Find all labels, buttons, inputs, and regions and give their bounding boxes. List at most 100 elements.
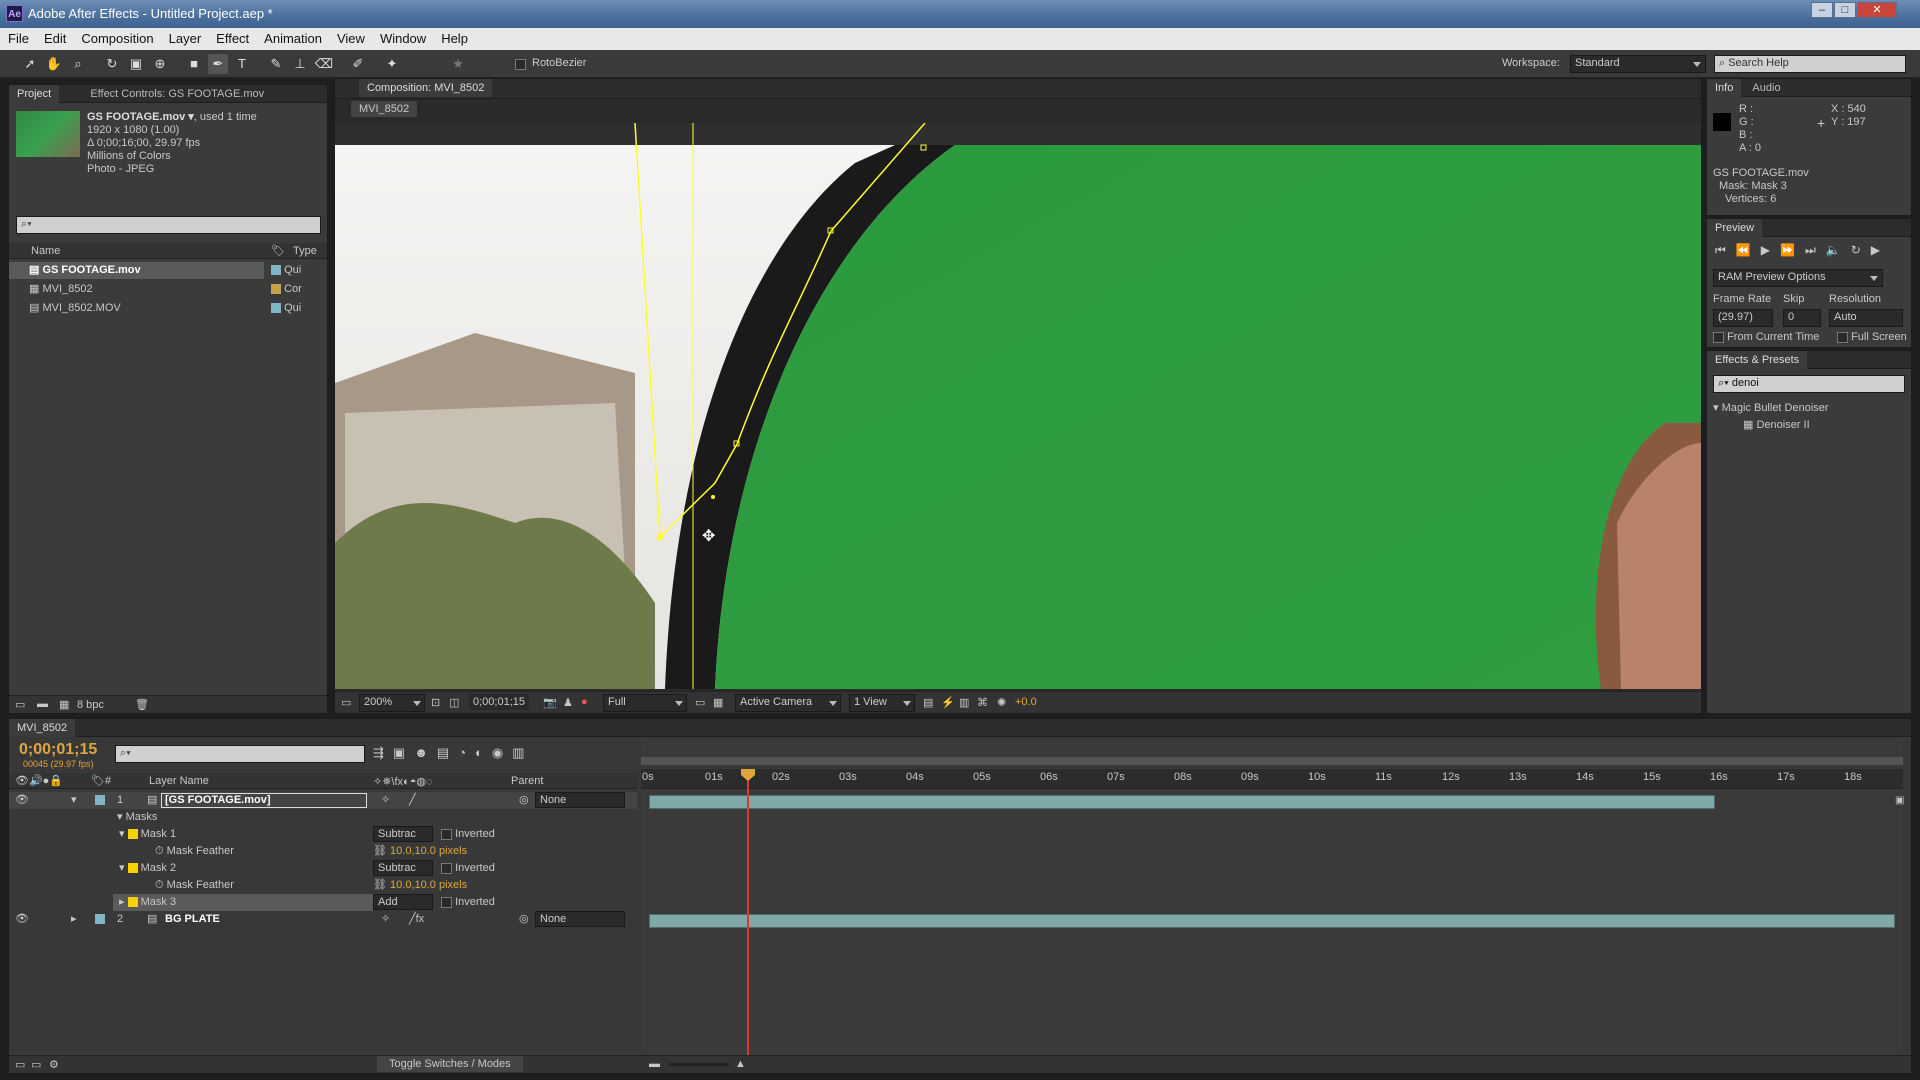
channel-icon[interactable]: ● bbox=[581, 696, 588, 708]
rectangle-tool-icon[interactable]: ■ bbox=[184, 54, 204, 74]
col-layer-name[interactable]: Layer Name bbox=[149, 775, 209, 787]
inverted-checkbox[interactable]: Inverted bbox=[441, 860, 495, 877]
minimize-button[interactable]: – bbox=[1811, 2, 1833, 18]
pan-behind-tool-icon[interactable]: ⊕ bbox=[150, 54, 170, 74]
safe-zones-icon[interactable]: ⊡ bbox=[431, 696, 440, 709]
rotobezier-checkbox[interactable] bbox=[515, 58, 526, 70]
roto-brush-tool-icon[interactable]: ✐ bbox=[348, 54, 368, 74]
frame-rate-select[interactable]: (29.97) bbox=[1713, 309, 1773, 327]
new-folder-icon[interactable]: ▬ bbox=[37, 698, 48, 710]
comp-mini-flowchart-icon[interactable]: ⇶ bbox=[373, 745, 393, 760]
tab-audio[interactable]: Audio bbox=[1744, 79, 1788, 97]
work-area-bar[interactable] bbox=[641, 757, 1903, 765]
effects-search-input[interactable]: ⌕▾ denoi bbox=[1713, 375, 1905, 393]
mask-row[interactable]: ▸ Mask 3 bbox=[113, 894, 373, 911]
interpret-footage-icon[interactable]: ▭ bbox=[15, 698, 25, 711]
brush-tool-icon[interactable]: ✎ bbox=[266, 54, 286, 74]
region-of-interest-icon[interactable]: ▭ bbox=[695, 696, 705, 709]
timeline-layer-row[interactable]: 👁 ▾ 1 ▤ [GS FOOTAGE.mov] ✧ ╱ ◎ None bbox=[9, 792, 637, 809]
next-frame-icon[interactable]: ⏩ bbox=[1780, 243, 1805, 257]
auto-keyframe-icon[interactable]: ◉ bbox=[492, 745, 512, 760]
layer-name[interactable]: BG PLATE bbox=[165, 911, 220, 928]
menu-composition[interactable]: Composition bbox=[73, 28, 160, 46]
comp-button-icon[interactable]: ▣ bbox=[1895, 795, 1904, 806]
audio-icon[interactable]: 🔈 bbox=[1826, 243, 1851, 257]
parent-select[interactable]: None bbox=[535, 792, 625, 808]
close-button[interactable]: ✕ bbox=[1857, 2, 1897, 18]
comp-breadcrumb[interactable]: MVI_8502 bbox=[351, 101, 418, 117]
playhead[interactable] bbox=[747, 769, 749, 1059]
loop-icon[interactable]: ↻ bbox=[1851, 243, 1871, 257]
camera-tool-icon[interactable]: ▣ bbox=[126, 54, 146, 74]
new-comp-icon[interactable]: ▦ bbox=[59, 698, 69, 711]
zoom-slider[interactable] bbox=[669, 1063, 729, 1066]
toggle-switches-modes-button[interactable]: Toggle Switches / Modes bbox=[377, 1056, 523, 1072]
mask-row[interactable]: ▾ Mask 2 bbox=[119, 860, 176, 877]
mask-visibility-icon[interactable]: ◫ bbox=[449, 696, 459, 709]
inverted-checkbox[interactable]: Inverted bbox=[441, 894, 495, 911]
magnification-select[interactable]: 200% bbox=[359, 694, 425, 712]
transfer-controls-icon[interactable]: ▭ bbox=[31, 1058, 41, 1071]
timeline-search-input[interactable]: ⌕▾ bbox=[115, 745, 365, 763]
zoom-out-icon[interactable]: ▬ bbox=[649, 1058, 660, 1070]
workspace-select[interactable]: Standard bbox=[1570, 55, 1706, 73]
tab-effect-controls[interactable]: Effect Controls: GS FOOTAGE.mov bbox=[82, 85, 272, 103]
time-ruler[interactable]: 0s 01s 02s 03s 04s 05s 06s 07s 08s 09s 1… bbox=[641, 769, 1903, 789]
project-item[interactable]: ▤ MVI_8502.MOV bbox=[9, 300, 264, 317]
layer-bar[interactable] bbox=[649, 795, 1715, 809]
in-out-icon[interactable]: ⚙ bbox=[49, 1058, 59, 1071]
fx-switch-icon[interactable]: ╱fx bbox=[409, 911, 424, 928]
comp-viewer[interactable]: ✥ bbox=[335, 123, 1701, 689]
clone-stamp-tool-icon[interactable]: ⊥ bbox=[290, 54, 310, 74]
show-snapshot-icon[interactable]: ♟ bbox=[563, 696, 573, 709]
menu-view[interactable]: View bbox=[329, 28, 372, 46]
quality-switch-icon[interactable]: ╱ bbox=[409, 792, 416, 809]
play-icon[interactable]: ▶ bbox=[1761, 243, 1780, 257]
tab-preview[interactable]: Preview bbox=[1707, 219, 1763, 237]
eye-icon[interactable]: 👁 bbox=[15, 792, 29, 809]
menu-file[interactable]: File bbox=[0, 28, 36, 46]
last-frame-icon[interactable]: ⏭ bbox=[1805, 243, 1826, 257]
mask-row[interactable]: ▾ Mask 1 bbox=[119, 826, 176, 843]
type-tool-icon[interactable]: T bbox=[232, 54, 252, 74]
eraser-tool-icon[interactable]: ⌫ bbox=[314, 54, 334, 74]
motion-blur-icon[interactable]: ◔ bbox=[458, 745, 475, 760]
timeline-graph[interactable]: 0s 01s 02s 03s 04s 05s 06s 07s 08s 09s 1… bbox=[641, 739, 1904, 1059]
camera-select[interactable]: Active Camera bbox=[735, 694, 841, 712]
ram-preview-select[interactable]: RAM Preview Options bbox=[1713, 269, 1883, 287]
frame-blending-icon[interactable]: ▤ bbox=[437, 745, 458, 760]
puppet-tool-icon[interactable]: ✦ bbox=[382, 54, 402, 74]
tab-project[interactable]: Project bbox=[9, 85, 60, 103]
timeline-layer-row[interactable]: 👁 ▸ 2 ▤ BG PLATE ✧ ╱fx ◎ None bbox=[9, 911, 637, 928]
project-search-input[interactable]: ⌕▾ bbox=[16, 216, 321, 234]
resolution-select[interactable]: Full bbox=[603, 694, 687, 712]
stopwatch-icon[interactable]: ⏱ bbox=[155, 879, 167, 891]
collapse-icon[interactable]: ▸ bbox=[71, 911, 77, 928]
brainstorm-icon[interactable]: ◐ bbox=[475, 745, 492, 760]
eye-icon[interactable]: 👁 bbox=[15, 911, 29, 928]
col-parent[interactable]: Parent bbox=[511, 775, 543, 787]
selection-tool-icon[interactable]: ➚ bbox=[20, 54, 40, 74]
trash-icon[interactable]: 🗑 bbox=[135, 698, 149, 711]
menu-animation[interactable]: Animation bbox=[256, 28, 329, 46]
menu-window[interactable]: Window bbox=[372, 28, 433, 46]
always-preview-icon[interactable]: ▭ bbox=[341, 696, 351, 709]
maximize-button[interactable]: □ bbox=[1834, 2, 1856, 18]
project-item[interactable]: ▦ MVI_8502 bbox=[9, 281, 264, 298]
menu-help[interactable]: Help bbox=[433, 28, 475, 46]
pen-tool-icon[interactable]: ✒ bbox=[208, 54, 228, 74]
label-color[interactable] bbox=[95, 914, 105, 924]
rotate-tool-icon[interactable]: ↻ bbox=[102, 54, 122, 74]
zoom-in-icon[interactable]: ▲ bbox=[735, 1058, 746, 1070]
search-help-input[interactable]: ⌕ Search Help bbox=[1714, 55, 1906, 73]
prev-frame-icon[interactable]: ⏪ bbox=[1736, 243, 1761, 257]
transparency-grid-icon[interactable]: ▦ bbox=[713, 696, 723, 709]
layer-bar[interactable] bbox=[649, 914, 1895, 928]
bpc-label[interactable]: 8 bpc bbox=[77, 699, 104, 711]
tab-timeline[interactable]: MVI_8502 bbox=[9, 719, 76, 737]
menu-effect[interactable]: Effect bbox=[208, 28, 256, 46]
mask-mode-select[interactable]: Subtrac bbox=[373, 860, 433, 876]
snapshot-icon[interactable]: 📷 bbox=[543, 696, 557, 709]
mask-feather-value[interactable]: ⛓ 10.0,10.0 pixels bbox=[373, 877, 467, 894]
layer-switches-icon[interactable]: ▭ bbox=[15, 1058, 25, 1071]
